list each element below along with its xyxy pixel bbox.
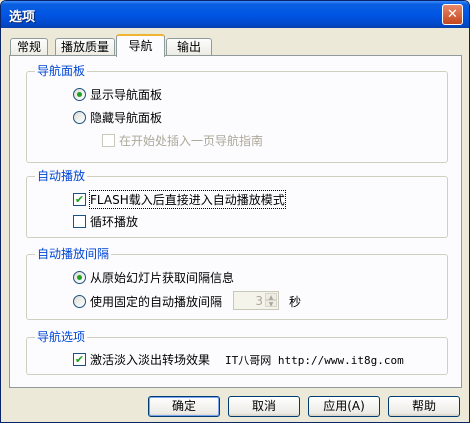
nav-panel-group: 导航面板 显示导航面板 隐藏导航面板 在开始处插入一页导航指南 xyxy=(26,64,448,163)
loop-playback-label: 循环播放 xyxy=(90,214,139,229)
fade-transition-label: 激活淡入淡出转场效果 xyxy=(90,352,211,367)
radio-selected-icon[interactable] xyxy=(73,87,86,101)
radio-selected-icon[interactable] xyxy=(73,270,86,284)
loop-playback-option[interactable]: 循环播放 xyxy=(73,213,138,229)
interval-seconds-value: 3 xyxy=(255,294,263,308)
autoplay-interval-group-label: 自动播放间隔 xyxy=(35,247,112,261)
hide-nav-panel-label: 隐藏导航面板 xyxy=(90,110,163,125)
nav-options-group-label: 导航选项 xyxy=(35,330,88,344)
tab-navigation[interactable]: 导航 xyxy=(116,34,165,57)
autoplay-group-label: 自动播放 xyxy=(35,169,88,183)
interval-from-source-option[interactable]: 从原始幻灯片获取间隔信息 xyxy=(73,269,234,285)
nav-options-group: 导航选项 ✔ 激活淡入淡出转场效果 IT八哥网 http://www.it8g.… xyxy=(26,330,448,375)
cancel-button[interactable]: 取消 xyxy=(228,396,300,417)
fade-transition-option[interactable]: ✔ 激活淡入淡出转场效果 xyxy=(73,351,210,367)
checkbox-checked-icon[interactable]: ✔ xyxy=(73,192,86,206)
autoplay-interval-group: 自动播放间隔 从原始幻灯片获取间隔信息 使用固定的自动播放间隔 3 ▲ ▼ 秒 xyxy=(26,247,448,320)
help-button[interactable]: 帮助 xyxy=(388,396,460,417)
options-dialog: 选项 ✕ 常规 播放质量 导航 输出 导航面板 显示导航面板 隐藏导航面板 在开… xyxy=(0,0,470,423)
show-nav-panel-option[interactable]: 显示导航面板 xyxy=(73,86,162,102)
title-bar[interactable]: 选项 ✕ xyxy=(1,1,469,28)
watermark-text: IT八哥网 http://www.it8g.com xyxy=(225,354,404,367)
ok-button[interactable]: 确定 xyxy=(148,396,220,417)
autoplay-group: 自动播放 ✔ FLASH载入后直接进入自动播放模式 循环播放 xyxy=(26,169,448,238)
checkbox-checked-icon[interactable]: ✔ xyxy=(73,352,86,366)
window-title: 选项 xyxy=(9,10,36,25)
radio-unselected-icon[interactable] xyxy=(73,294,86,308)
flash-autoplay-option[interactable]: ✔ FLASH载入后直接进入自动播放模式 xyxy=(73,189,286,209)
nav-panel-group-label: 导航面板 xyxy=(35,64,88,78)
show-nav-panel-label: 显示导航面板 xyxy=(90,87,163,102)
interval-seconds-stepper: 3 ▲ ▼ xyxy=(233,291,279,310)
fixed-interval-label: 使用固定的自动播放间隔 xyxy=(90,294,223,309)
tab-output[interactable]: 输出 xyxy=(166,38,212,56)
stepper-buttons: ▲ ▼ xyxy=(265,293,277,308)
insert-nav-guide-label: 在开始处插入一页导航指南 xyxy=(119,133,264,148)
chevron-up-icon: ▲ xyxy=(265,293,277,301)
seconds-unit-label: 秒 xyxy=(289,294,302,309)
radio-unselected-icon[interactable] xyxy=(73,110,86,124)
checkbox-unchecked-icon[interactable] xyxy=(73,214,86,228)
insert-nav-guide-option: 在开始处插入一页导航指南 xyxy=(102,132,263,148)
interval-from-source-label: 从原始幻灯片获取间隔信息 xyxy=(90,270,235,285)
fixed-interval-option[interactable]: 使用固定的自动播放间隔 xyxy=(73,293,222,309)
close-button[interactable]: ✕ xyxy=(442,4,463,25)
hide-nav-panel-option[interactable]: 隐藏导航面板 xyxy=(73,109,162,125)
navigation-tab-panel: 导航面板 显示导航面板 隐藏导航面板 在开始处插入一页导航指南 自动播放 ✔ F… xyxy=(9,55,462,388)
flash-autoplay-label: FLASH载入后直接进入自动播放模式 xyxy=(89,189,286,209)
tab-playback-quality[interactable]: 播放质量 xyxy=(55,38,115,56)
tab-general[interactable]: 常规 xyxy=(10,38,48,56)
chevron-down-icon: ▼ xyxy=(265,300,277,308)
apply-button[interactable]: 应用(A) xyxy=(308,396,380,417)
checkbox-disabled-icon xyxy=(102,133,115,147)
